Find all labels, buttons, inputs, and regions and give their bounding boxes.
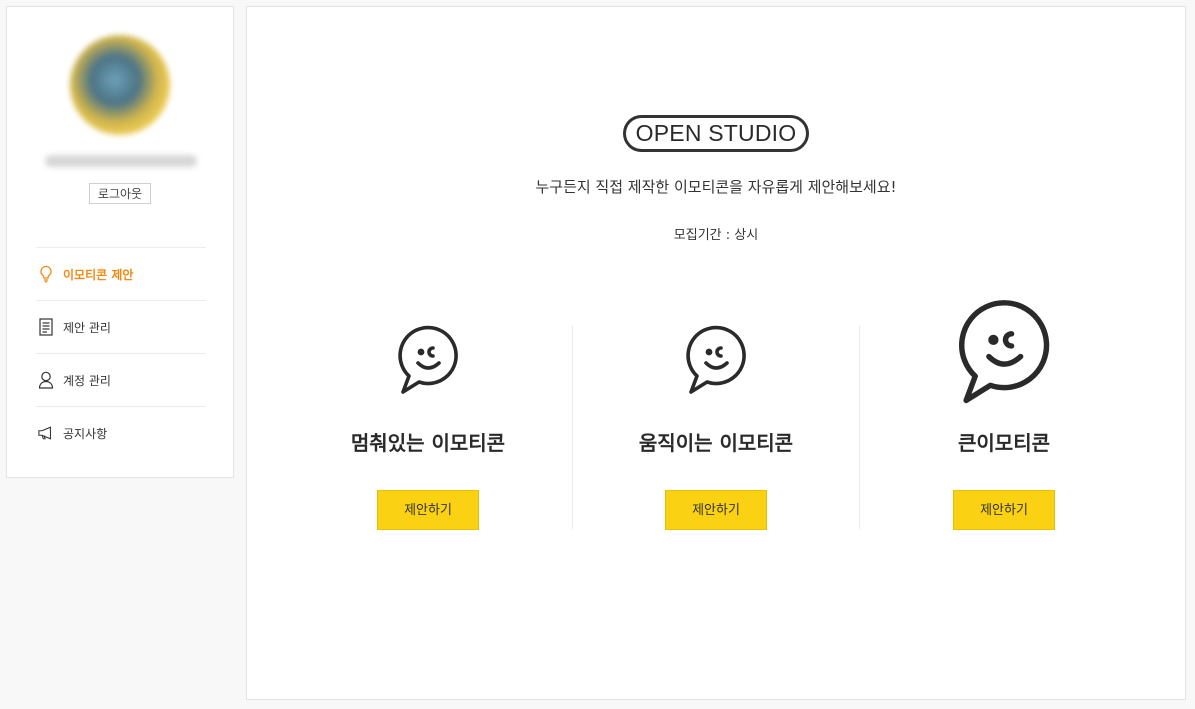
- sidebar-item-emoticon-proposal[interactable]: 이모티콘 제안: [36, 247, 206, 300]
- megaphone-icon: [38, 424, 54, 442]
- recruitment-period: 모집기간 : 상시: [673, 228, 759, 243]
- propose-button[interactable]: 제안하기: [953, 490, 1055, 530]
- user-email-blurred: [45, 155, 197, 167]
- speech-bubble-face-icon: [284, 325, 572, 395]
- document-icon: [38, 318, 54, 336]
- logout-button[interactable]: 로그아웃: [89, 183, 151, 204]
- page-subtitle: 누구든지 직접 제작한 이모티콘을 자유롭게 제안해보세요!: [535, 178, 897, 196]
- sidebar-item-notice[interactable]: 공지사항: [36, 406, 206, 459]
- sidebar-item-account-management[interactable]: 계정 관리: [36, 353, 206, 406]
- propose-button[interactable]: 제안하기: [665, 490, 767, 530]
- sidebar-item-label: 제안 관리: [63, 320, 111, 335]
- option-title: 큰이모티콘: [958, 431, 1050, 455]
- sidebar: 로그아웃 이모티콘 제안 제안 관리 계정 관리 공지사항: [6, 6, 234, 478]
- user-icon: [38, 371, 54, 389]
- option-still-emoticon: 멈춰있는 이모티콘 제안하기: [284, 297, 572, 537]
- option-title: 움직이는 이모티콘: [638, 431, 794, 455]
- open-studio-badge: OPEN STUDIO: [623, 115, 809, 152]
- sidebar-item-proposal-management[interactable]: 제안 관리: [36, 300, 206, 353]
- propose-button[interactable]: 제안하기: [377, 490, 479, 530]
- main-panel: OPEN STUDIO 누구든지 직접 제작한 이모티콘을 자유롭게 제안해보세…: [246, 6, 1186, 700]
- sidebar-item-label: 이모티콘 제안: [63, 267, 134, 282]
- lightbulb-icon: [38, 265, 54, 283]
- sidebar-item-label: 계정 관리: [63, 373, 111, 388]
- speech-bubble-face-icon: [572, 325, 860, 395]
- sidebar-menu: 이모티콘 제안 제안 관리 계정 관리 공지사항: [36, 247, 206, 459]
- avatar: [70, 35, 170, 135]
- large-speech-bubble-face-icon: [860, 299, 1148, 405]
- option-title: 멈춰있는 이모티콘: [350, 431, 506, 455]
- option-big-emoticon: 큰이모티콘 제안하기: [860, 297, 1148, 537]
- sidebar-item-label: 공지사항: [63, 426, 108, 441]
- option-animated-emoticon: 움직이는 이모티콘 제안하기: [572, 297, 860, 537]
